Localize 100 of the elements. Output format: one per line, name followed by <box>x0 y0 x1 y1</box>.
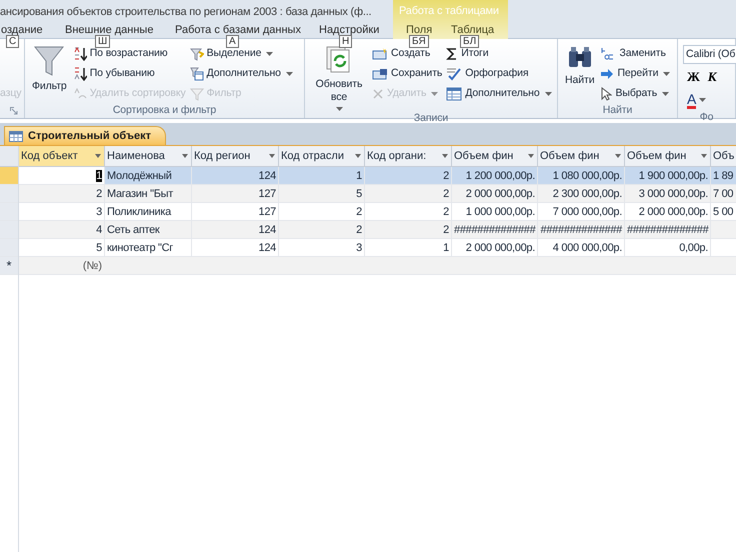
dropdown-arrow-icon <box>701 154 707 158</box>
new-record-field[interactable]: (№) <box>19 257 105 274</box>
ribbon-button[interactable]: Создать <box>372 45 442 63</box>
row-selector[interactable] <box>0 185 19 202</box>
select-all-corner[interactable] <box>0 146 19 166</box>
dropdown-arrow-icon <box>355 154 361 158</box>
table-cell: 2 300 000,00р. <box>538 185 625 202</box>
table-cell: 5 <box>19 239 105 256</box>
keytip: Ш <box>95 35 110 48</box>
table-cell: 2 <box>279 203 365 220</box>
row-selector[interactable] <box>0 167 19 184</box>
caret-icon <box>336 107 342 111</box>
ribbon-button[interactable]: Выбрать <box>600 85 670 103</box>
ribbon-button[interactable]: По возрастанию <box>72 45 186 63</box>
column-header[interactable]: Наименова <box>105 146 192 166</box>
ribbon-icon <box>372 68 388 80</box>
ribbon-button[interactable]: Сохранить <box>372 65 442 83</box>
dropdown-arrow-icon <box>182 154 188 158</box>
table-cell: 7 000 000,00р. <box>538 203 625 220</box>
document-tab[interactable]: Строительный объект <box>4 126 166 145</box>
ribbon-icon <box>190 87 204 101</box>
ribbon-icon <box>190 47 204 61</box>
ribbon-icon <box>190 67 204 81</box>
table-cell: 1 89 <box>711 167 736 184</box>
column-header[interactable]: Объем фин <box>538 146 625 166</box>
table-cell: 1 <box>279 167 365 184</box>
table-cell: Магазин "Быт <box>105 185 192 202</box>
group-label: Записи <box>414 110 448 126</box>
ribbon-icon <box>72 87 87 101</box>
column-header[interactable]: Код органи: <box>365 146 452 166</box>
table-cell: 2 <box>19 185 105 202</box>
ribbon-icon <box>72 67 87 81</box>
ribbon-button[interactable]: По убыванию <box>72 65 186 83</box>
group-label: Найти <box>602 102 632 118</box>
ribbon-icon <box>446 87 462 101</box>
ribbon-button[interactable]: Дополнительно <box>190 65 293 83</box>
column-header[interactable]: Объем фин <box>625 146 711 166</box>
table-cell: 2 000 000,00р. <box>452 185 538 202</box>
font-field[interactable]: Calibri (Об <box>683 45 736 64</box>
dialog-launcher-icon <box>10 107 18 115</box>
caret-icon <box>662 92 670 96</box>
table-cell: кинотеатр "Сг <box>105 239 192 256</box>
table-cell: ############## <box>452 221 538 238</box>
ribbon-button[interactable]: Орфография <box>446 65 552 83</box>
caret-icon <box>544 92 552 96</box>
table-cell: 127 <box>192 185 279 202</box>
table-cell: 1 080 000,00р. <box>538 167 625 184</box>
table-cell: 7 00 <box>711 185 736 202</box>
ribbon-button[interactable]: Обновить все <box>310 45 368 111</box>
ribbon-button[interactable]: Перейти <box>600 65 670 83</box>
group-label: Фо <box>700 110 714 125</box>
row-selector[interactable] <box>0 203 19 220</box>
new-record-marker: * <box>0 257 19 274</box>
ribbon-icon <box>72 47 87 61</box>
keytip: БЛ <box>460 35 480 48</box>
row-selector[interactable] <box>0 221 19 238</box>
caret-icon <box>699 98 706 102</box>
caret-icon <box>431 92 438 96</box>
table-cell: 3 000 000,00р. <box>625 185 711 202</box>
format-button[interactable]: Ж <box>687 67 700 87</box>
table-cell: 1 <box>365 239 452 256</box>
ribbon-button[interactable]: Дополнительно <box>446 85 552 103</box>
table-cell: 2 <box>365 167 452 184</box>
table-cell: 2 <box>365 185 452 202</box>
keytip: БЯ <box>409 35 429 48</box>
table-cell: 2 <box>279 221 365 238</box>
ribbon-icon <box>446 67 462 81</box>
table-cell: 4 000 000,00р. <box>538 239 625 256</box>
format-button[interactable]: К <box>708 67 716 87</box>
ribbon-icon <box>446 48 458 60</box>
table-cell: Поликлиника <box>105 203 192 220</box>
ribbon-button[interactable]: Заменить <box>600 45 670 63</box>
ribbon-icon <box>600 68 614 80</box>
column-header[interactable]: Код отрасли <box>279 146 365 166</box>
table-cell: 1 200 000,00р. <box>452 167 538 184</box>
ribbon-button[interactable]: Выделение <box>190 45 293 63</box>
font-color-button[interactable]: A <box>683 90 736 110</box>
table-cell: 1 000 000,00р. <box>452 203 538 220</box>
column-header[interactable]: Объ <box>711 146 736 166</box>
column-header[interactable]: Код регион <box>192 146 279 166</box>
column-header[interactable]: Код объект <box>19 146 105 166</box>
table-cell: 3 <box>19 203 105 220</box>
table-cell: 124 <box>192 167 279 184</box>
ribbon-button[interactable]: Фильтр <box>30 45 69 93</box>
table-cell: 2 000 000,00р. <box>625 203 711 220</box>
row-selector[interactable] <box>0 239 19 256</box>
table-cell: ############## <box>625 221 711 238</box>
keytip: А <box>226 35 239 48</box>
table-cell: 124 <box>192 221 279 238</box>
table-cell: 2 <box>365 221 452 238</box>
table-cell: 2 000 000,00р. <box>452 239 538 256</box>
table-cell: 2 <box>365 203 452 220</box>
table-cell: 0,00р. <box>625 239 711 256</box>
keytip: Н <box>339 35 352 48</box>
dropdown-arrow-icon <box>95 154 101 158</box>
column-header[interactable]: Объем фин <box>452 146 538 166</box>
ribbon-button[interactable]: Итоги <box>446 45 552 63</box>
dropdown-arrow-icon <box>269 154 275 158</box>
keytip: С <box>6 35 20 48</box>
ribbon-button[interactable]: Найти <box>563 45 596 87</box>
